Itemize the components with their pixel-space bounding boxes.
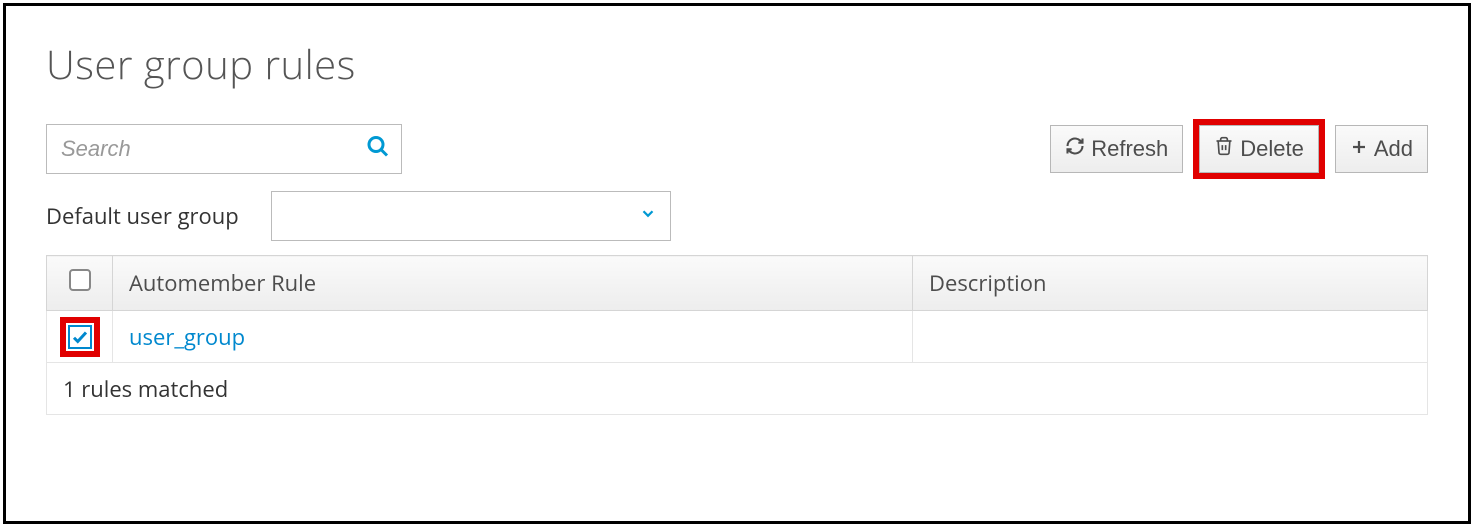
column-header-description: Description [913,256,1428,311]
page-frame: User group rules [3,3,1471,524]
trash-icon [1214,135,1234,163]
refresh-icon [1065,136,1085,162]
action-buttons: Refresh Delete [1050,119,1428,179]
rules-table: Automember Rule Description user_gro [46,255,1428,415]
default-group-label: Default user group [46,201,239,231]
select-all-checkbox[interactable] [69,269,91,291]
page-title: User group rules [46,36,1428,91]
refresh-label: Refresh [1091,136,1168,162]
default-group-select[interactable] [271,191,671,241]
column-header-rule: Automember Rule [113,256,913,311]
add-label: Add [1374,136,1413,162]
rule-link[interactable]: user_group [129,322,245,352]
row-checkbox-cell [47,311,113,363]
add-button[interactable]: Add [1335,125,1428,173]
search-icon[interactable] [366,135,390,164]
delete-highlight: Delete [1193,119,1325,179]
refresh-button[interactable]: Refresh [1050,125,1183,173]
plus-icon [1350,136,1368,162]
table-footer: 1 rules matched [47,363,1428,415]
select-all-header [47,256,113,311]
search-input[interactable] [46,124,402,174]
table-row: user_group [47,311,1428,363]
row-checkbox-highlight [60,317,100,357]
description-cell [913,311,1428,363]
default-group-row: Default user group [46,191,1428,241]
table-footer-row: 1 rules matched [47,363,1428,415]
table-header-row: Automember Rule Description [47,256,1428,311]
row-checkbox[interactable] [68,325,92,349]
rule-cell: user_group [113,311,913,363]
default-group-select-wrap [271,191,671,241]
toolbar: Refresh Delete [46,119,1428,179]
delete-button[interactable]: Delete [1199,125,1319,173]
search-container [46,124,402,174]
delete-label: Delete [1240,136,1304,162]
